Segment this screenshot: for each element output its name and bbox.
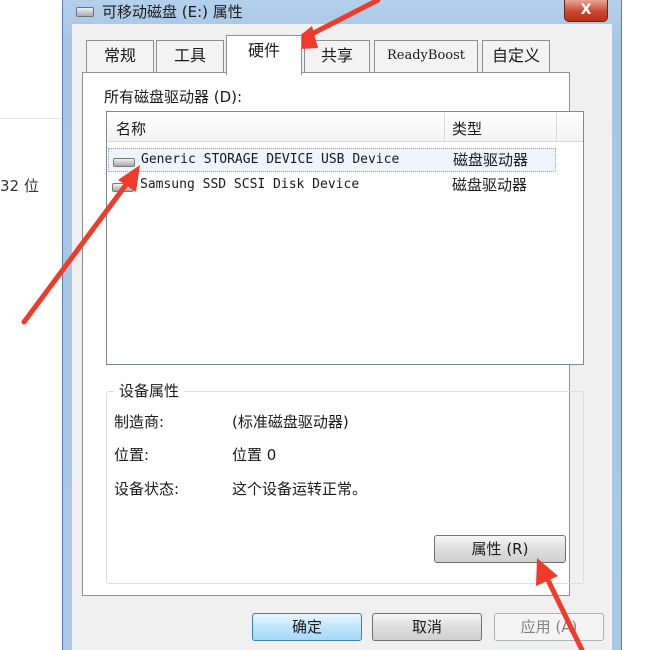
arrow-to-properties-button [536, 558, 585, 650]
annotation-arrows [21, 0, 585, 650]
arrow-to-usb-device [21, 165, 140, 325]
tab-hardware[interactable]: 硬件 [226, 35, 302, 75]
